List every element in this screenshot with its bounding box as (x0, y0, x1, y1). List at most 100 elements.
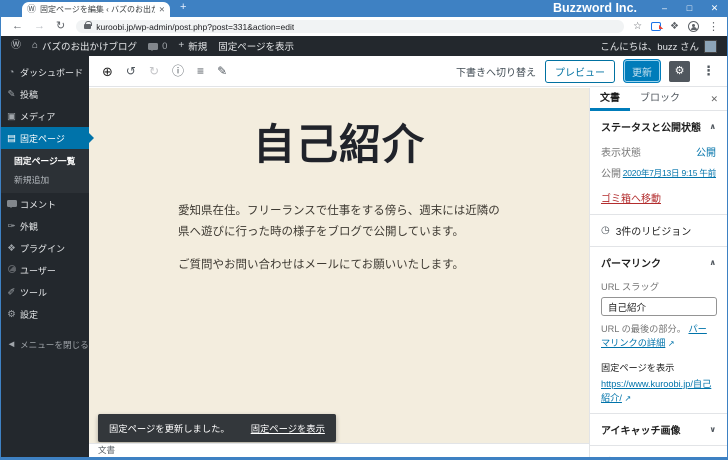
permalink-help: URL の最後の部分。 パーマリンクの詳細 ↗ (590, 316, 727, 351)
featured-image-panel[interactable]: アイキャッチ画像 ∨ (590, 412, 727, 445)
url-slug-label: URL スラッグ (601, 282, 660, 292)
capture-extension-icon[interactable] (651, 22, 662, 31)
plus-icon: + (178, 40, 185, 51)
edit-pencil-icon[interactable]: ✎ (217, 65, 227, 77)
update-button[interactable]: 更新 (624, 60, 660, 82)
redo-icon[interactable]: ↻ (149, 65, 159, 77)
sidebar-item-posts[interactable]: ✎ 投稿 (1, 83, 89, 105)
browser-menu-icon[interactable]: ⋮ (708, 20, 719, 33)
sidebar-item-appearance[interactable]: ✑ 外観 (1, 215, 89, 237)
move-to-trash-link[interactable]: ゴミ箱へ移動 (590, 183, 727, 214)
visibility-value-link[interactable]: 公開 (696, 144, 716, 159)
post-paragraph[interactable]: ご質問やお問い合わせはメールにてお願いいたします。 (178, 255, 500, 276)
more-options-icon[interactable]: ⋮ (699, 63, 718, 79)
sidebar-item-users[interactable]: ユーザー (1, 259, 89, 281)
post-title[interactable]: 自己紹介 (89, 111, 589, 172)
page-url-link[interactable]: https://www.kuroobi.jp/自己紹介/ (601, 379, 711, 403)
comment-count: 0 (162, 40, 168, 52)
sidebar-item-tools[interactable]: ✐ ツール (1, 281, 89, 303)
tab-block[interactable]: ブロック (630, 88, 690, 111)
post-paragraph[interactable]: 愛知県在住。フリーランスで仕事をする傍ら、週末には近隣の県へ遊びに行った時の様子… (178, 201, 500, 242)
sidebar-item-label: メディア (20, 111, 56, 122)
url-text[interactable]: kuroobi.jp/wp-admin/post.php?post=331&ac… (96, 22, 294, 32)
new-tab-button[interactable]: + (180, 1, 186, 13)
greeting-label: こんにちは、buzz さん (600, 42, 699, 53)
status-panel-title: ステータスと公開状態 (601, 123, 701, 134)
sidebar-item-label: 外観 (20, 221, 39, 232)
undo-icon[interactable]: ↺ (126, 65, 136, 77)
revisions-row[interactable]: ◷ 3件のリビジョン (590, 214, 727, 246)
sidebar-item-plugins[interactable]: ❖ プラグイン (1, 237, 89, 259)
appearance-icon: ✑ (7, 220, 16, 232)
padlock-icon[interactable] (84, 20, 92, 29)
permalink-panel-header[interactable]: パーマリンク ∧ (590, 247, 727, 277)
media-icon: ▣ (7, 110, 16, 122)
editor-actions: 下書きへ切り替え プレビュー 更新 ⚙ ⋮ (456, 59, 727, 83)
publish-label: 公開 (601, 169, 621, 180)
comments-bubble-icon (148, 42, 159, 51)
settings-icon: ⚙ (7, 308, 16, 320)
sidebar-item-comments[interactable]: コメント (1, 193, 89, 215)
address-bar[interactable]: kuroobi.jp/wp-admin/post.php?post=331&ac… (76, 20, 625, 33)
sidebar-item-settings[interactable]: ⚙ 設定 (1, 303, 89, 325)
window-controls: – □ ✕ (652, 0, 727, 17)
sidebar-item-dashboard[interactable]: ◔ ダッシュボード (1, 61, 89, 83)
tab-close-icon[interactable]: ✕ (159, 5, 165, 14)
admin-bar-account[interactable]: こんにちは、buzz さん (600, 39, 717, 53)
browser-tab[interactable]: Ⓦ 固定ページを編集 ‹ バズのお出かけブ ✕ (22, 2, 170, 17)
editor-canvas[interactable]: 自己紹介 愛知県在住。フリーランスで仕事をする傍ら、週末には近隣の県へ遊びに行っ… (89, 88, 589, 443)
visibility-label: 表示状態 (601, 148, 641, 159)
info-icon[interactable]: ⓘ (172, 65, 184, 77)
sidebar-item-pages[interactable]: ▤ 固定ページ (1, 127, 94, 149)
visibility-row: 表示状態 公開 (590, 141, 727, 162)
collapse-icon: ◄ (6, 339, 17, 350)
list-view-icon[interactable]: ≡ (197, 65, 204, 77)
sidebar-item-label: 固定ページ (20, 133, 65, 144)
admin-bar-new[interactable]: + 新規 (178, 39, 207, 54)
browser-toolbar: ← → ↻ kuroobi.jp/wp-admin/post.php?post=… (1, 17, 727, 36)
posts-icon: ✎ (7, 88, 16, 100)
admin-bar-view-page[interactable]: 固定ページを表示 (218, 39, 294, 53)
close-settings-icon[interactable]: ✕ (710, 94, 727, 105)
breadcrumb-label: 文書 (98, 445, 116, 455)
wordpress-logo-icon[interactable]: Ⓦ (11, 41, 21, 51)
add-block-icon[interactable]: ⊕ (102, 65, 113, 78)
wordpress-favicon-icon: Ⓦ (27, 4, 37, 14)
submenu-item-add-new[interactable]: 新規追加 (1, 170, 89, 189)
view-page-label: 固定ページを表示 (601, 362, 675, 373)
submenu-item-all-pages[interactable]: 固定ページ一覧 (1, 151, 89, 170)
view-page-label: 固定ページを表示 (218, 42, 295, 53)
profile-icon[interactable] (688, 21, 699, 32)
editor-toolbar: ⊕ ↺ ↻ ⓘ ≡ ✎ (89, 65, 227, 78)
sidebar-item-label: ユーザー (20, 265, 56, 276)
settings-gear-button[interactable]: ⚙ (669, 60, 690, 82)
forward-icon[interactable]: → (34, 21, 45, 32)
users-icon (6, 264, 17, 276)
plugins-icon: ❖ (7, 242, 16, 254)
sidebar-item-label: 投稿 (20, 89, 39, 100)
collapse-menu-button[interactable]: ◄ メニューを閉じる (1, 334, 89, 355)
url-slug-input[interactable] (601, 297, 717, 316)
admin-bar-comments[interactable]: 0 (148, 41, 167, 52)
publish-date-link[interactable]: 2020年7月13日 9:15 午前 (623, 167, 716, 179)
sidebar-item-media[interactable]: ▣ メディア (1, 105, 89, 127)
status-panel-header[interactable]: ステータスと公開状態 ∧ (590, 111, 727, 141)
snackbar-message: 固定ページを更新しました。 (109, 424, 230, 434)
editor-breadcrumb: 文書 (89, 443, 589, 457)
tab-document[interactable]: 文書 (590, 88, 630, 111)
preview-button[interactable]: プレビュー (545, 59, 615, 83)
extensions-icon[interactable]: ❖ (670, 21, 679, 32)
pages-submenu: 固定ページ一覧 新規追加 (1, 149, 89, 193)
refresh-icon[interactable]: ↻ (56, 21, 65, 32)
maximize-button[interactable]: □ (677, 0, 702, 17)
minimize-button[interactable]: – (652, 0, 677, 17)
panel-label: アイキャッチ画像 (601, 425, 681, 437)
bookmark-star-icon[interactable]: ☆ (633, 21, 642, 32)
publish-row: 公開 2020年7月13日 9:15 午前 (590, 162, 727, 183)
collapse-label: メニューを閉じる (20, 339, 89, 350)
back-icon[interactable]: ← (12, 21, 23, 32)
snackbar-view-page-link[interactable]: 固定ページを表示 (251, 421, 325, 435)
switch-to-draft-link[interactable]: 下書きへ切り替え (456, 64, 536, 79)
close-window-button[interactable]: ✕ (702, 0, 727, 17)
admin-bar-site-name[interactable]: ⌂ バズのお出かけブログ (32, 39, 137, 54)
